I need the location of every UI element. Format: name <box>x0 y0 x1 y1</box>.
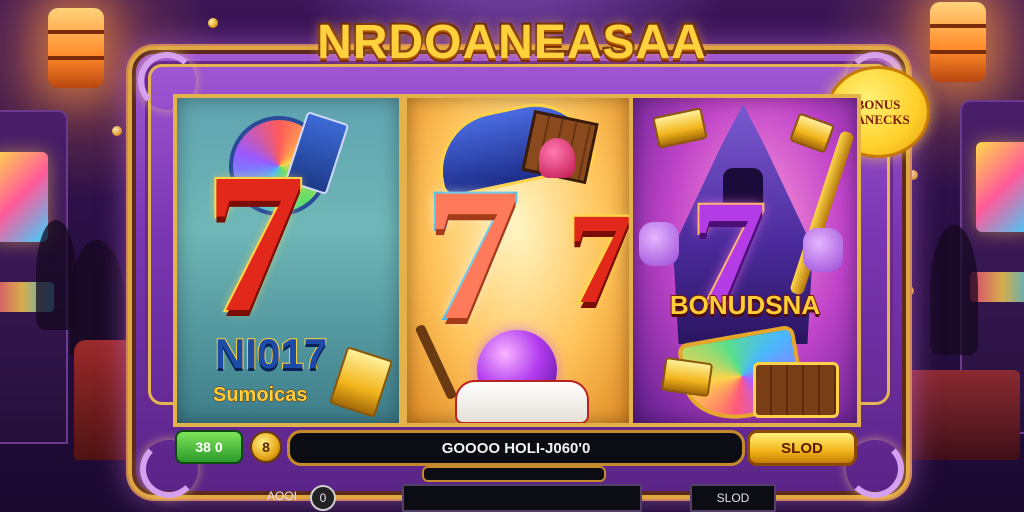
glove-icon <box>639 222 679 266</box>
cabinet-panel-right <box>970 272 1024 302</box>
coin-icon <box>112 126 122 136</box>
potion-icon <box>539 138 575 178</box>
gold-bar-icon <box>652 107 708 149</box>
gold-bar-icon <box>789 112 835 154</box>
chest-icon <box>753 362 839 418</box>
player-silhouette <box>930 225 978 355</box>
bottom-right-label[interactable]: SLOD <box>690 484 776 512</box>
reel-1-label: NI017 <box>214 329 328 378</box>
coin-icon <box>208 18 218 28</box>
seven-symbol: 7 <box>203 133 307 354</box>
info-icon[interactable]: 0 <box>310 485 336 511</box>
seven-symbol: 7 <box>565 187 632 331</box>
coin-icon-button[interactable]: 8 <box>250 431 282 463</box>
reel-3: 7 BONUDSNA <box>629 94 861 427</box>
game-title: NRDOANEASAA <box>317 16 707 69</box>
table <box>900 370 1020 460</box>
bottom-left-label: AOOI <box>266 489 297 503</box>
reel-2: 7 7 <box>403 94 633 427</box>
message-bar: GOOOO HOLI-J060'0 <box>287 430 745 466</box>
player-silhouette <box>36 220 76 330</box>
cabinet-screen-left <box>0 152 48 242</box>
coin-slot <box>422 466 606 482</box>
reel-1-sublabel: Sumoicas <box>212 384 308 407</box>
gold-bar-icon <box>328 346 394 418</box>
bottom-status-bar <box>402 484 642 512</box>
cloth-icon <box>455 380 589 423</box>
cabinet-screen-right <box>976 142 1024 232</box>
lamp-icon-right <box>930 2 986 82</box>
credit-display: 38 0 <box>175 430 243 464</box>
bonus-bubble-line1: BONUS <box>855 97 901 112</box>
reel-1: 7 NI017 Sumoicas <box>173 94 403 427</box>
gold-bar-icon <box>660 356 714 398</box>
slot-button[interactable]: SLOD <box>747 430 857 466</box>
lamp-icon-left <box>48 8 104 88</box>
chair <box>74 340 136 460</box>
glove-icon <box>803 228 843 272</box>
bonus-banner: BONUDSNA <box>669 289 821 321</box>
seven-symbol: 7 <box>423 150 522 360</box>
